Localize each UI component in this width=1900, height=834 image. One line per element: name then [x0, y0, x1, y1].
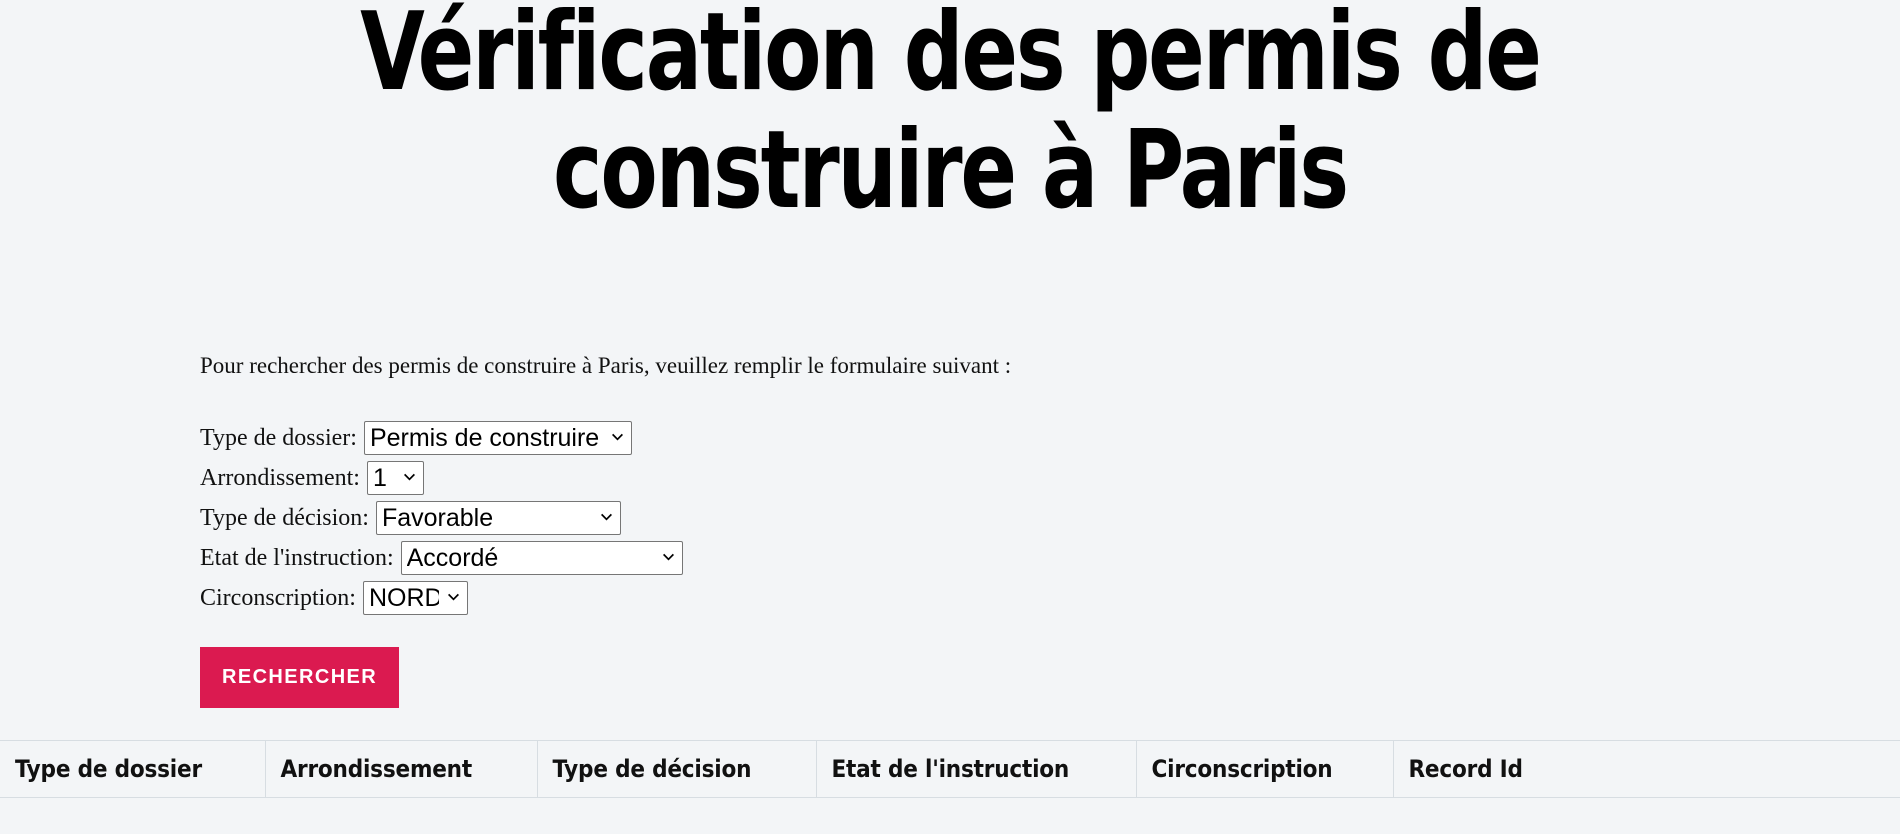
page-title: Vérification des permis de construire à … — [360, 0, 1542, 233]
select-wrap-type-de-dossier: Permis de construirePermis de démolirPer… — [363, 421, 632, 455]
column-header-type-de-dossier[interactable]: Type de dossier — [0, 740, 266, 798]
select-wrap-arrondissement: 1234567891011121314151617181920 — [366, 461, 424, 495]
form-row-circonscription: Circonscription: NORDSUDESTOUEST — [200, 578, 1600, 618]
select-wrap-type-de-decision: FavorableDéfavorable — [375, 501, 621, 535]
select-arrondissement[interactable]: 1234567891011121314151617181920 — [366, 461, 424, 495]
label-etat-de-l-instruction: Etat de l'instruction: — [200, 545, 394, 571]
rechercher-button[interactable]: RECHERCHER — [200, 647, 400, 708]
form-row-type-de-dossier: Type de dossier: Permis de construirePer… — [200, 418, 1600, 458]
select-circonscription[interactable]: NORDSUDESTOUEST — [362, 581, 468, 615]
results-section: Type de dossier Arrondissement Type de d… — [0, 740, 1900, 798]
select-etat-de-l-instruction[interactable]: AccordéRefuséEn cours d'instruction — [400, 541, 683, 575]
permit-search-form: Type de dossier: Permis de construirePer… — [200, 418, 1600, 708]
label-type-de-decision: Type de décision: — [200, 505, 369, 531]
form-row-etat-de-l-instruction: Etat de l'instruction: AccordéRefuséEn c… — [200, 538, 1600, 578]
results-table-header-row: Type de dossier Arrondissement Type de d… — [0, 740, 1900, 798]
label-circonscription: Circonscription: — [200, 585, 356, 611]
results-table-head: Type de dossier Arrondissement Type de d… — [0, 740, 1900, 798]
column-header-record-id[interactable]: Record Id — [1392, 740, 1900, 798]
select-type-de-dossier[interactable]: Permis de construirePermis de démolirPer… — [363, 421, 632, 455]
page-root: Vérification des permis de construire à … — [0, 0, 1900, 834]
label-arrondissement: Arrondissement: — [200, 465, 360, 491]
results-table: Type de dossier Arrondissement Type de d… — [0, 740, 1900, 798]
search-form-section: Pour rechercher des permis de construire… — [200, 352, 1600, 708]
select-type-de-decision[interactable]: FavorableDéfavorable — [375, 501, 621, 535]
column-header-etat-de-l-instruction[interactable]: Etat de l'instruction — [815, 740, 1137, 798]
label-type-de-dossier: Type de dossier: — [200, 425, 357, 451]
select-wrap-circonscription: NORDSUDESTOUEST — [362, 581, 468, 615]
column-header-arrondissement[interactable]: Arrondissement — [264, 740, 538, 798]
form-row-arrondissement: Arrondissement: 123456789101112131415161… — [200, 458, 1600, 498]
select-wrap-etat-de-l-instruction: AccordéRefuséEn cours d'instruction — [400, 541, 683, 575]
intro-text: Pour rechercher des permis de construire… — [200, 353, 1012, 378]
column-header-type-de-decision[interactable]: Type de décision — [536, 740, 817, 798]
column-header-circonscription[interactable]: Circonscription — [1135, 740, 1394, 798]
form-row-type-de-decision: Type de décision: FavorableDéfavorable — [200, 498, 1600, 538]
